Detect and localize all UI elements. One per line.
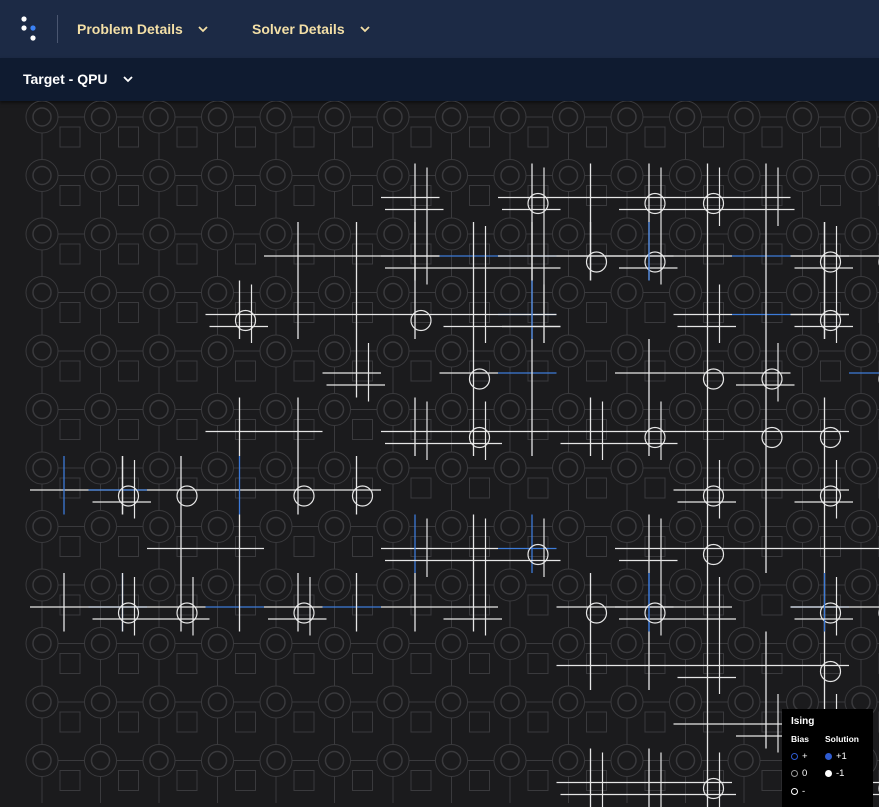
bias-positive-item: + <box>791 751 808 762</box>
target-selector[interactable]: Target - QPU <box>23 71 134 87</box>
solver-details-menu[interactable]: Solver Details <box>252 19 371 39</box>
bias-zero-label: 0 <box>802 768 808 779</box>
target-bar: Target - QPU <box>0 58 879 101</box>
qpu-graph-canvas[interactable] <box>0 101 879 807</box>
bias-negative-label: - <box>802 786 806 797</box>
bias-negative-icon <box>791 788 798 795</box>
qpu-topology-graph[interactable] <box>0 101 879 807</box>
solution-plus-one-icon <box>825 753 832 760</box>
nav-divider <box>57 15 58 43</box>
legend-title: Ising <box>791 716 815 727</box>
problem-details-label: Problem Details <box>77 21 183 37</box>
bias-negative-item: - <box>791 786 805 797</box>
bias-positive-label: + <box>802 751 808 762</box>
ising-legend: Ising Bias Solution + 0 - +1 -1 <box>782 709 873 807</box>
solution-plus-one-label: +1 <box>836 751 847 762</box>
chevron-down-icon <box>198 26 208 33</box>
solution-minus-one-label: -1 <box>836 768 845 779</box>
bias-zero-icon <box>791 770 798 777</box>
solution-minus-one-icon <box>825 770 832 777</box>
solution-header: Solution <box>825 734 859 744</box>
chevron-down-icon <box>359 26 370 33</box>
chevron-down-icon <box>122 76 133 83</box>
top-navigation-bar: Problem Details Solver Details <box>0 0 879 58</box>
solution-minus-one-item: -1 <box>825 768 844 779</box>
bias-positive-icon <box>791 753 798 760</box>
dwave-logo-icon[interactable] <box>20 15 42 43</box>
idle-couplers <box>25 101 879 803</box>
solution-plus-one-item: +1 <box>825 751 847 762</box>
bias-zero-item: 0 <box>791 768 807 779</box>
solver-details-label: Solver Details <box>252 21 345 37</box>
bias-header: Bias <box>791 734 809 744</box>
target-label: Target - QPU <box>23 71 108 87</box>
problem-details-menu[interactable]: Problem Details <box>77 19 209 39</box>
